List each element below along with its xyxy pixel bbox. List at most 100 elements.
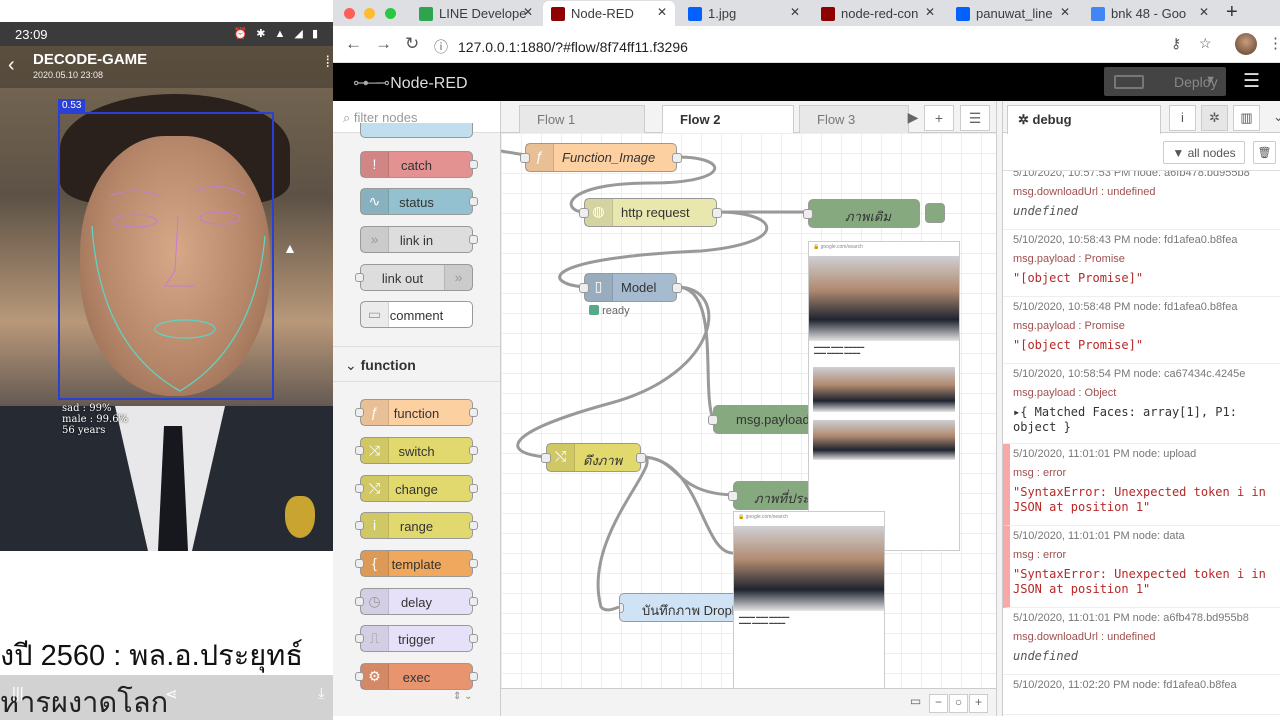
palette-node-change[interactable]: ⤭ change: [355, 475, 478, 502]
palette-scroll-buttons[interactable]: ⇕ ⌄: [453, 691, 473, 702]
browser-tab-line[interactable]: LINE Develope ✕: [411, 1, 541, 26]
dashboard-tab-button[interactable]: ▥: [1233, 105, 1260, 131]
palette-node-exec[interactable]: ⚙ exec: [355, 663, 478, 690]
browser-tab-bnk48[interactable]: bnk 48 - Goo ✕: [1083, 1, 1217, 26]
palette-node-function[interactable]: ƒ function: [355, 399, 478, 426]
bookmark-star-icon[interactable]: ☆: [1199, 35, 1212, 52]
status-dot-icon: [589, 305, 599, 315]
input-port[interactable]: [579, 283, 589, 293]
input-port[interactable]: [579, 208, 589, 218]
palette-node-trigger[interactable]: ⎍ trigger: [355, 625, 478, 652]
url-field[interactable]: ⓘ 127.0.0.1:1880/?#flow/8f74ff11.f3296: [434, 30, 1234, 59]
key-icon[interactable]: ⚷: [1171, 35, 1181, 52]
palette-node-link-in[interactable]: » link in: [360, 226, 478, 253]
browser-tab-node-red-con[interactable]: node-red-con ✕: [813, 1, 943, 26]
flow-list-button[interactable]: ☰: [960, 105, 990, 131]
node-save-dropbox[interactable]: บันทึกภาพ Dropbox: [619, 593, 739, 622]
main-menu-icon[interactable]: ☰: [1243, 70, 1260, 93]
minimize-window-icon[interactable]: [364, 8, 376, 19]
debug-message[interactable]: 5/10/2020, 10:58:54 PM node: ca67434c.42…: [1003, 364, 1280, 444]
output-port[interactable]: [712, 208, 722, 218]
close-tab-icon[interactable]: ✕: [790, 5, 800, 19]
browser-tab-node-red[interactable]: Node-RED ✕: [543, 1, 675, 26]
close-tab-icon[interactable]: ✕: [523, 5, 533, 19]
node-image-before[interactable]: ภาพเดิม: [803, 199, 945, 228]
new-tab-icon[interactable]: +: [1226, 1, 1238, 24]
message-value[interactable]: ▸{ Matched Faces: array[1], P1: object }: [1013, 405, 1280, 435]
palette-node-status[interactable]: ∿ status: [360, 188, 478, 215]
debug-message[interactable]: 5/10/2020, 10:58:48 PM node: fd1afea0.b8…: [1003, 297, 1280, 364]
share-icon[interactable]: ⋖: [165, 685, 178, 703]
debug-message[interactable]: 5/10/2020, 11:02:20 PM node: fd1afea0.b8…: [1003, 675, 1280, 715]
reload-icon[interactable]: ↻: [405, 34, 419, 54]
palette-node-catch[interactable]: ! catch: [360, 151, 478, 178]
node-http-request[interactable]: ◍ http request: [579, 198, 722, 227]
tab-flow-3[interactable]: Flow 3: [799, 105, 909, 133]
download-icon[interactable]: ⤓: [318, 685, 325, 702]
input-port[interactable]: [520, 153, 530, 163]
close-tab-icon[interactable]: ✕: [1060, 5, 1070, 19]
browser-tab-jpg[interactable]: 1.jpg ✕: [680, 1, 808, 26]
palette-node-comment[interactable]: ▭ comment: [360, 301, 473, 328]
palette-node-delay[interactable]: ◷ delay: [355, 588, 478, 615]
close-window-icon[interactable]: [344, 8, 355, 19]
canvas-grid[interactable]: ƒ Function_Image ◍ http request ▯ Model rea…: [501, 133, 996, 716]
clear-messages-button[interactable]: 🗑: [1253, 141, 1276, 164]
node-function-image[interactable]: ƒ Function_Image: [520, 143, 682, 172]
category-function[interactable]: ⌄ function: [333, 346, 500, 382]
close-tab-icon[interactable]: ✕: [657, 5, 667, 19]
input-port[interactable]: [803, 209, 813, 219]
tab-flow-1[interactable]: Flow 1: [519, 105, 645, 133]
zoom-reset-button[interactable]: ○: [949, 694, 968, 713]
deploy-button[interactable]: Deploy ▼: [1104, 67, 1226, 96]
output-port[interactable]: [672, 283, 682, 293]
node-model[interactable]: ▯ Model: [579, 273, 682, 302]
port: [355, 273, 364, 282]
grid-menu-icon[interactable]: ⁞: [326, 54, 330, 72]
info-tab-button[interactable]: i: [1169, 105, 1196, 131]
tab-flow-2[interactable]: Flow 2: [662, 105, 794, 134]
close-tab-icon[interactable]: ✕: [925, 5, 935, 19]
zoom-in-button[interactable]: +: [969, 694, 988, 713]
input-port[interactable]: [708, 415, 718, 425]
debug-message[interactable]: 5/10/2020, 11:01:01 PM node: data msg : e…: [1003, 526, 1280, 608]
debug-message[interactable]: 5/10/2020, 11:01:01 PM node: a6fb478.bd9…: [1003, 608, 1280, 675]
message-meta: 5/10/2020, 10:58:43 PM node: fd1afea0.b8…: [1013, 234, 1238, 246]
back-icon[interactable]: ←: [345, 34, 362, 54]
filter-all-nodes-button[interactable]: ▼ all nodes: [1163, 141, 1245, 164]
node-change[interactable]: ⤭ ดึงภาพ: [541, 443, 646, 472]
add-flow-button[interactable]: +: [924, 105, 954, 131]
message-value: "SyntaxError: Unexpected token i in JSON…: [1013, 567, 1266, 596]
zoom-out-button[interactable]: −: [929, 694, 948, 713]
debug-message[interactable]: 5/10/2020, 11:01:01 PM node: upload msg :…: [1003, 444, 1280, 526]
close-tab-icon[interactable]: ✕: [1199, 5, 1209, 19]
scroll-tabs-right-icon[interactable]: ▶: [904, 105, 922, 131]
debug-message[interactable]: 5/10/2020, 10:58:43 PM node: fd1afea0.b8…: [1003, 230, 1280, 297]
forward-icon[interactable]: →: [375, 34, 392, 54]
debug-message[interactable]: 5/10/2020, 10:57:53 PM node: a6fb478.bd9…: [1003, 171, 1280, 230]
palette-node-range[interactable]: i range: [355, 512, 478, 539]
output-port[interactable]: [672, 153, 682, 163]
browser-menu-icon[interactable]: ⋮: [1268, 34, 1280, 52]
output-port[interactable]: [636, 453, 646, 463]
recent-apps-icon[interactable]: |||: [12, 685, 24, 702]
back-arrow-icon[interactable]: ‹: [8, 54, 15, 77]
sidebar-splitter[interactable]: [996, 101, 1003, 716]
input-port[interactable]: [541, 453, 551, 463]
input-port[interactable]: [728, 491, 738, 501]
sidebar-more-icon[interactable]: ⌄: [1265, 105, 1280, 131]
palette-node-switch[interactable]: ⤨ switch: [355, 437, 478, 464]
browser-tab-panuwat[interactable]: panuwat_line ✕: [948, 1, 1078, 26]
tab-debug[interactable]: ✲ debug: [1007, 105, 1161, 134]
preview-bar: 🔒 google.com/search: [809, 242, 959, 256]
maximize-window-icon[interactable]: [384, 8, 396, 19]
debug-tab-button[interactable]: ✲: [1201, 105, 1228, 131]
palette-node-partial[interactable]: [360, 123, 473, 138]
input-port[interactable]: [620, 603, 624, 613]
palette-node-template[interactable]: {template: [355, 550, 478, 577]
palette-node-link-out[interactable]: » link out: [355, 264, 473, 291]
deploy-dropdown-icon[interactable]: ▼: [1205, 74, 1216, 86]
navigator-icon[interactable]: ▭: [906, 694, 925, 713]
image-toggle-button[interactable]: [925, 203, 945, 223]
profile-avatar[interactable]: [1235, 33, 1257, 55]
